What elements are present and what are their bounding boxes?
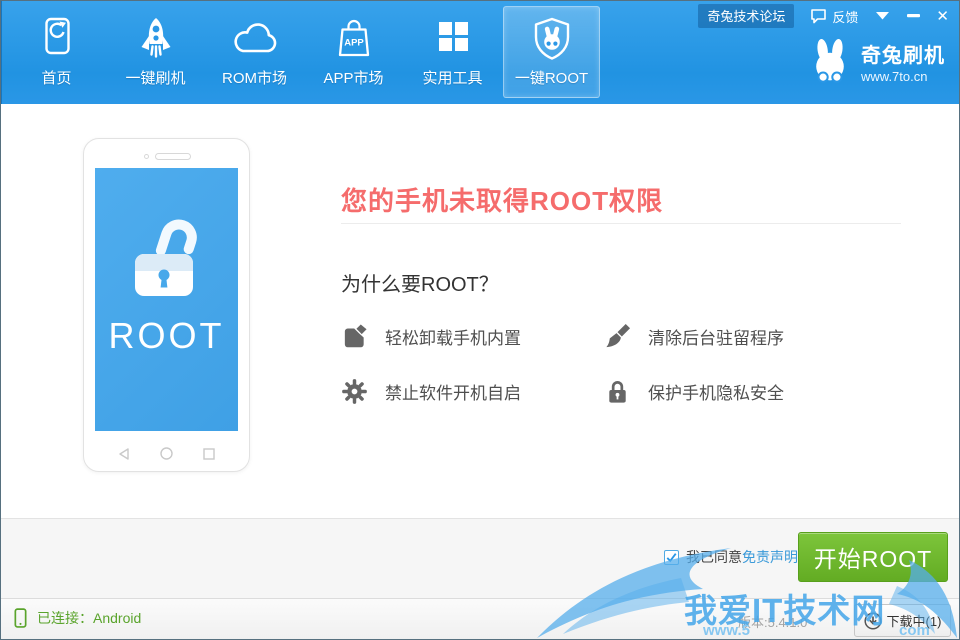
app-window: 首页 一键刷机 [0, 0, 960, 640]
tab-label: 一键刷机 [125, 67, 185, 88]
phone-refresh-icon [34, 13, 80, 65]
start-root-button[interactable]: 开始ROOT [798, 532, 948, 582]
feature-privacy: 保护手机隐私安全 [604, 377, 901, 405]
tab-label: APP市场 [323, 67, 383, 88]
feature-label: 保护手机隐私安全 [648, 379, 784, 404]
svg-text:APP: APP [344, 38, 364, 49]
home-circle-icon [160, 447, 173, 460]
phone-camera-dot [144, 154, 149, 159]
tab-flash[interactable]: 一键刷机 [107, 6, 204, 98]
tab-home[interactable]: 首页 [8, 6, 105, 98]
agree-checkbox[interactable] [664, 550, 679, 565]
open-lock-icon [127, 212, 207, 305]
feedback-button[interactable]: 反馈 [810, 7, 858, 26]
feature-uninstall: 轻松卸载手机内置 [341, 322, 604, 350]
feature-clean: 清除后台驻留程序 [604, 322, 901, 350]
chevron-down-icon [876, 12, 889, 20]
tab-label: 一键ROOT [515, 67, 588, 88]
forum-button[interactable]: 奇兔技术论坛 [698, 4, 794, 28]
tab-label: 首页 [41, 67, 71, 88]
phone-nav-buttons [84, 447, 249, 460]
rocket-icon [133, 13, 179, 65]
connection-text: 已连接：Android [37, 608, 141, 628]
cloud-icon [230, 13, 280, 65]
section-title: 为什么要ROOT？ [341, 268, 499, 297]
brush-icon [604, 323, 631, 350]
titlebar-controls: 奇兔技术论坛 反馈 ✕ [698, 5, 953, 27]
brand-url: www.7to.cn [861, 69, 945, 84]
back-icon [118, 448, 130, 460]
status-bar [1, 598, 959, 640]
download-icon [864, 612, 882, 630]
phone-connected-icon [13, 607, 28, 629]
app-bag-icon: APP [331, 13, 377, 65]
tab-rom-market[interactable]: ROM市场 [206, 6, 303, 98]
tab-root[interactable]: 一键ROOT [503, 6, 600, 98]
rabbit-logo-icon [807, 38, 853, 84]
minimize-button[interactable] [907, 14, 920, 18]
shield-rabbit-icon [529, 13, 575, 65]
tab-tools[interactable]: 实用工具 [404, 6, 501, 98]
download-button[interactable]: 下载中(1) [854, 604, 951, 637]
feature-autostart: 禁止软件开机自启 [341, 377, 604, 405]
feature-label: 清除后台驻留程序 [648, 324, 784, 349]
gear-icon [341, 378, 368, 405]
lock-icon [604, 378, 631, 405]
main-nav: 首页 一键刷机 [8, 6, 602, 98]
phone-illustration: ROOT [83, 138, 250, 472]
dropdown-menu-button[interactable] [876, 12, 889, 20]
feature-label: 禁止软件开机自启 [385, 379, 521, 404]
tab-app-market[interactable]: APP APP市场 [305, 6, 402, 98]
brand-name: 奇兔刷机 [861, 39, 945, 68]
speech-bubble-icon [810, 8, 827, 24]
feedback-label: 反馈 [832, 7, 858, 26]
phone-screen: ROOT [95, 168, 238, 431]
connection-status: 已连接：Android [13, 607, 141, 629]
page-title: 您的手机未取得ROOT权限 [341, 181, 663, 218]
download-label: 下载中(1) [887, 611, 942, 630]
grid-icon [430, 13, 476, 65]
minimize-icon [907, 14, 920, 18]
check-icon [666, 552, 677, 563]
tab-label: ROM市场 [222, 67, 287, 88]
recents-icon [203, 448, 215, 460]
divider [341, 223, 901, 224]
agree-row: 我已同意 免责声明 [664, 547, 798, 567]
close-button[interactable]: ✕ [936, 7, 949, 25]
feature-label: 轻松卸载手机内置 [385, 324, 521, 349]
uninstall-icon [341, 323, 368, 350]
header: 首页 一键刷机 [1, 1, 959, 104]
tab-label: 实用工具 [422, 67, 482, 88]
brand-logo: 奇兔刷机 www.7to.cn [807, 38, 945, 84]
feature-list: 轻松卸载手机内置 清除后台驻留程序 [341, 322, 901, 405]
disclaimer-link[interactable]: 免责声明 [742, 547, 798, 567]
screen-root-label: ROOT [109, 315, 225, 357]
version-label: 版本:5.4.1.0 [738, 612, 807, 631]
agree-label: 我已同意 [686, 547, 742, 567]
phone-speaker [155, 153, 191, 160]
